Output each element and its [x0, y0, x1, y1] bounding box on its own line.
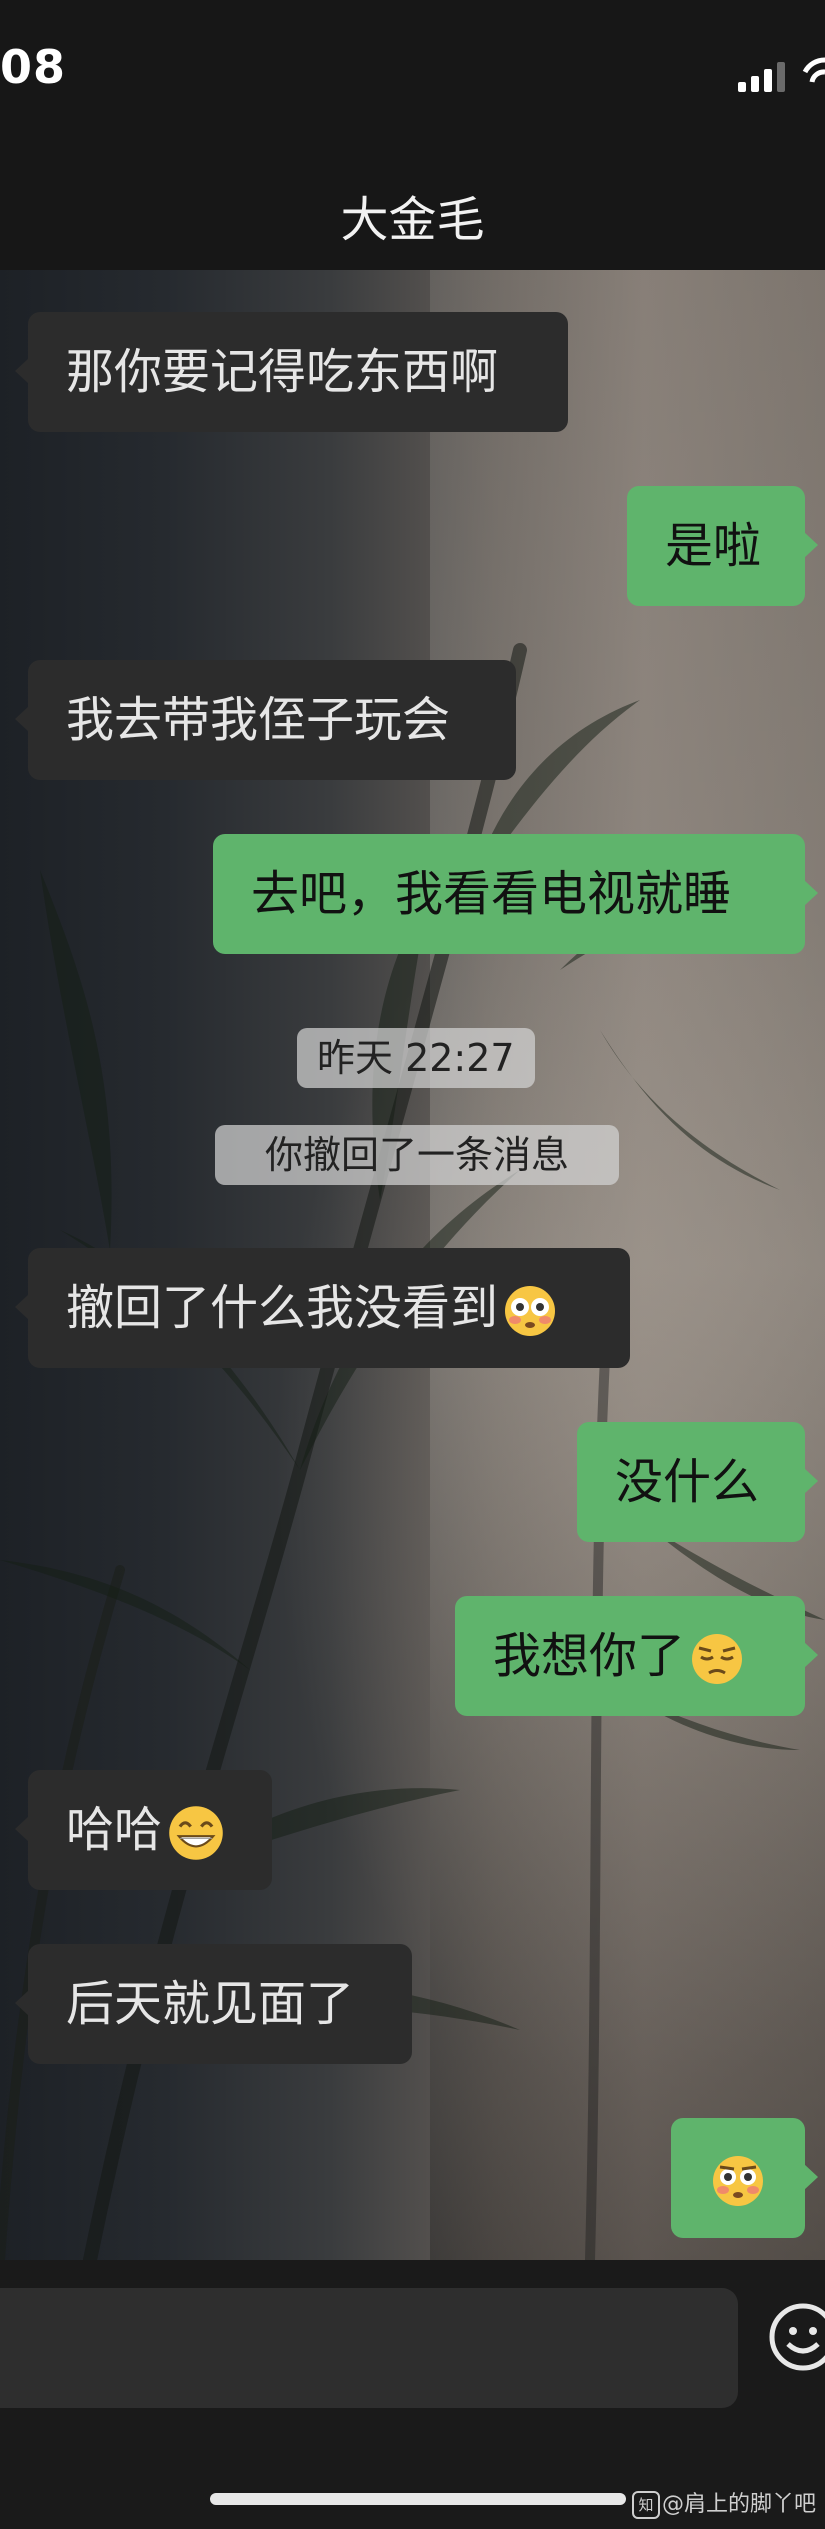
message-text: 我想你了: [493, 1628, 686, 1684]
watermark-text: @肩上的脚丫吧: [662, 2492, 817, 2517]
pensive-face-icon: [689, 1631, 745, 1687]
message-timestamp: 昨天 22:27: [297, 1028, 535, 1088]
incoming-message[interactable]: 哈哈: [15, 1770, 272, 1890]
status-bar: 08: [0, 0, 825, 140]
message-text: 撤回了什么我没看到: [66, 1280, 499, 1336]
emoji-button[interactable]: [768, 2302, 825, 2376]
signal-icon: [738, 60, 788, 96]
wifi-icon: [802, 54, 825, 94]
recalled-message-notice: 你撤回了一条消息: [215, 1125, 619, 1185]
flushed-face-icon: [710, 2153, 766, 2209]
message-text: 后天就见面了: [66, 1976, 355, 2032]
outgoing-message[interactable]: 我想你了: [455, 1596, 818, 1716]
watermark: 知 @肩上的脚丫吧: [632, 2486, 816, 2519]
flushed-face-icon: [502, 1283, 558, 1339]
zhihu-logo-icon: 知: [632, 2491, 660, 2519]
message-text: 是啦: [665, 518, 762, 574]
incoming-message[interactable]: 我去带我侄子玩会: [15, 660, 516, 780]
outgoing-message[interactable]: 是啦: [627, 486, 818, 606]
outgoing-message[interactable]: [671, 2118, 818, 2238]
chat-message-list[interactable]: 那你要记得吃东西啊 是啦 我去带我侄子玩会 去吧，我看看电视就睡 昨天 22:2…: [0, 270, 825, 2260]
outgoing-message[interactable]: 去吧，我看看电视就睡: [213, 834, 818, 954]
grinning-face-icon: [166, 1803, 226, 1863]
status-time: 08: [0, 40, 67, 94]
outgoing-message[interactable]: 没什么: [577, 1422, 818, 1542]
chat-header: 大金毛: [0, 140, 825, 270]
incoming-message[interactable]: 后天就见面了: [15, 1944, 412, 2064]
contact-name-title: 大金毛: [340, 192, 485, 248]
message-text: 去吧，我看看电视就睡: [251, 866, 732, 922]
incoming-message[interactable]: 撤回了什么我没看到: [15, 1248, 630, 1368]
message-text: 我去带我侄子玩会: [66, 692, 451, 748]
message-text: 哈哈: [66, 1802, 163, 1858]
home-indicator[interactable]: [210, 2493, 626, 2505]
incoming-message[interactable]: 那你要记得吃东西啊: [15, 312, 568, 432]
message-text: 没什么: [615, 1454, 760, 1510]
smiley-icon: [769, 2303, 825, 2371]
message-input[interactable]: [0, 2288, 738, 2408]
message-text: 那你要记得吃东西啊: [66, 344, 499, 400]
